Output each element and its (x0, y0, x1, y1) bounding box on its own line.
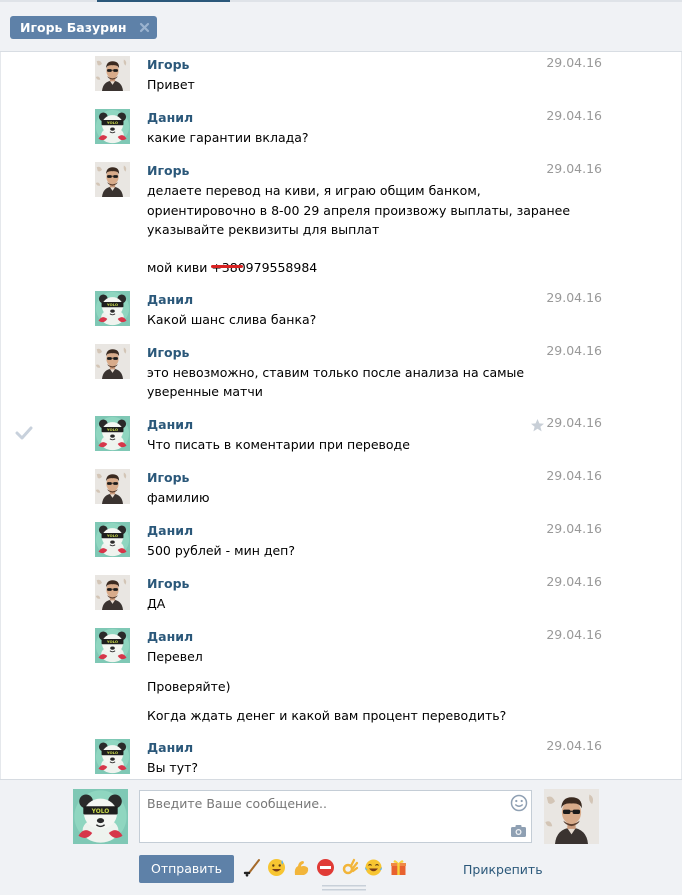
avatar[interactable] (95, 56, 130, 91)
tears-of-joy-emoji[interactable] (364, 858, 383, 877)
message-author[interactable]: Данил (147, 110, 193, 125)
message-text: это невозможно, ставим только после анал… (147, 365, 525, 380)
message-author[interactable]: Данил (147, 740, 193, 755)
message-author[interactable]: Игорь (147, 345, 189, 360)
message-author[interactable]: Игорь (147, 57, 189, 72)
camera-icon[interactable] (510, 824, 527, 838)
message-date[interactable]: 29.04.16 (546, 290, 602, 305)
message-text: уверенные матчи (147, 384, 263, 399)
message-text: мой киви +380979558984 (147, 260, 317, 275)
message-text: Что писать в коментарии при переводе (147, 437, 410, 452)
message-text: указывайте реквизиты для выплат (147, 222, 380, 237)
message-text: Когда ждать денег и какой вам процент пе… (147, 708, 507, 723)
resize-grip-icon[interactable] (322, 884, 366, 892)
redacted-digits: +380 (211, 260, 246, 275)
message-date[interactable]: 29.04.16 (546, 627, 602, 642)
message-text: ориентировочно в 8-00 29 апреля произвож… (147, 203, 571, 218)
qiwi-number: 979558984 (245, 260, 318, 275)
message-date[interactable]: 29.04.16 (546, 468, 602, 483)
message-text: какие гарантии вклада? (147, 130, 309, 145)
avatar[interactable] (95, 628, 130, 663)
message-author[interactable]: Игорь (147, 163, 189, 178)
avatar[interactable] (95, 416, 130, 451)
message-text: Вы тут? (147, 760, 199, 775)
message-author[interactable]: Данил (147, 629, 193, 644)
avatar[interactable] (95, 522, 130, 557)
message-date[interactable]: 29.04.16 (546, 55, 602, 70)
header-active-tab-indicator (97, 0, 230, 2)
message-composer: Введите Ваше сообщение.. Отправить Прикр… (0, 779, 682, 895)
message-date[interactable]: 29.04.16 (546, 738, 602, 753)
message-date[interactable]: 29.04.16 (546, 415, 602, 430)
message-date[interactable]: 29.04.16 (546, 161, 602, 176)
message-input-placeholder: Введите Ваше сообщение.. (147, 796, 327, 811)
send-button[interactable]: Отправить (139, 855, 234, 883)
message-author[interactable]: Игорь (147, 470, 189, 485)
star-icon[interactable] (530, 418, 545, 433)
message-text: делаете перевод на киви, я играю общим б… (147, 183, 481, 198)
sweat-smile-emoji[interactable] (267, 858, 286, 877)
avatar[interactable] (95, 291, 130, 326)
message-text: 500 рублей - мин деп? (147, 543, 295, 558)
avatar[interactable] (95, 162, 130, 197)
gift-emoji[interactable] (389, 858, 408, 877)
avatar[interactable] (95, 575, 130, 610)
message-input[interactable]: Введите Ваше сообщение.. (139, 790, 532, 843)
message-text: Привет (147, 77, 195, 92)
message-history[interactable]: Игорь 29.04.16 Привет Данил 29.04.16 как… (0, 52, 682, 779)
checkmark-icon[interactable] (15, 426, 33, 440)
attach-link[interactable]: Прикрепить (463, 862, 543, 877)
message-author[interactable]: Игорь (147, 576, 189, 591)
ok-hand-emoji[interactable] (340, 858, 359, 877)
no-entry-emoji[interactable] (316, 858, 335, 877)
qiwi-label: мой киви (147, 260, 212, 275)
emoji-smile-icon[interactable] (510, 794, 528, 812)
message-text: Перевел (147, 649, 203, 664)
hockey-stick-emoji[interactable] (243, 858, 262, 877)
chat-tab-title: Игорь Базурин (20, 20, 127, 35)
avatar[interactable] (95, 739, 130, 774)
my-avatar[interactable] (73, 789, 128, 844)
avatar[interactable] (95, 469, 130, 504)
message-date[interactable]: 29.04.16 (546, 343, 602, 358)
message-date[interactable]: 29.04.16 (546, 521, 602, 536)
chat-tab[interactable]: Игорь Базурин (10, 16, 157, 39)
message-text: Какой шанс слива банка? (147, 312, 317, 327)
flexed-biceps-emoji[interactable] (292, 858, 311, 877)
message-selected: Данил 29.04.16 Что писать в коментарии п… (1, 412, 681, 452)
message-author[interactable]: Данил (147, 292, 193, 307)
message-date[interactable]: 29.04.16 (546, 108, 602, 123)
peer-avatar[interactable] (544, 789, 599, 844)
message-text: ДА (147, 596, 166, 611)
avatar[interactable] (95, 344, 130, 379)
chat-header: Игорь Базурин (0, 0, 682, 52)
message-author[interactable]: Данил (147, 523, 193, 538)
close-icon[interactable] (139, 22, 150, 33)
message-text: фамилию (147, 490, 210, 505)
message-date[interactable]: 29.04.16 (546, 574, 602, 589)
avatar[interactable] (95, 109, 130, 144)
header-top-line (0, 0, 682, 2)
message-text: Проверяйте) (147, 679, 231, 694)
message-author[interactable]: Данил (147, 417, 193, 432)
